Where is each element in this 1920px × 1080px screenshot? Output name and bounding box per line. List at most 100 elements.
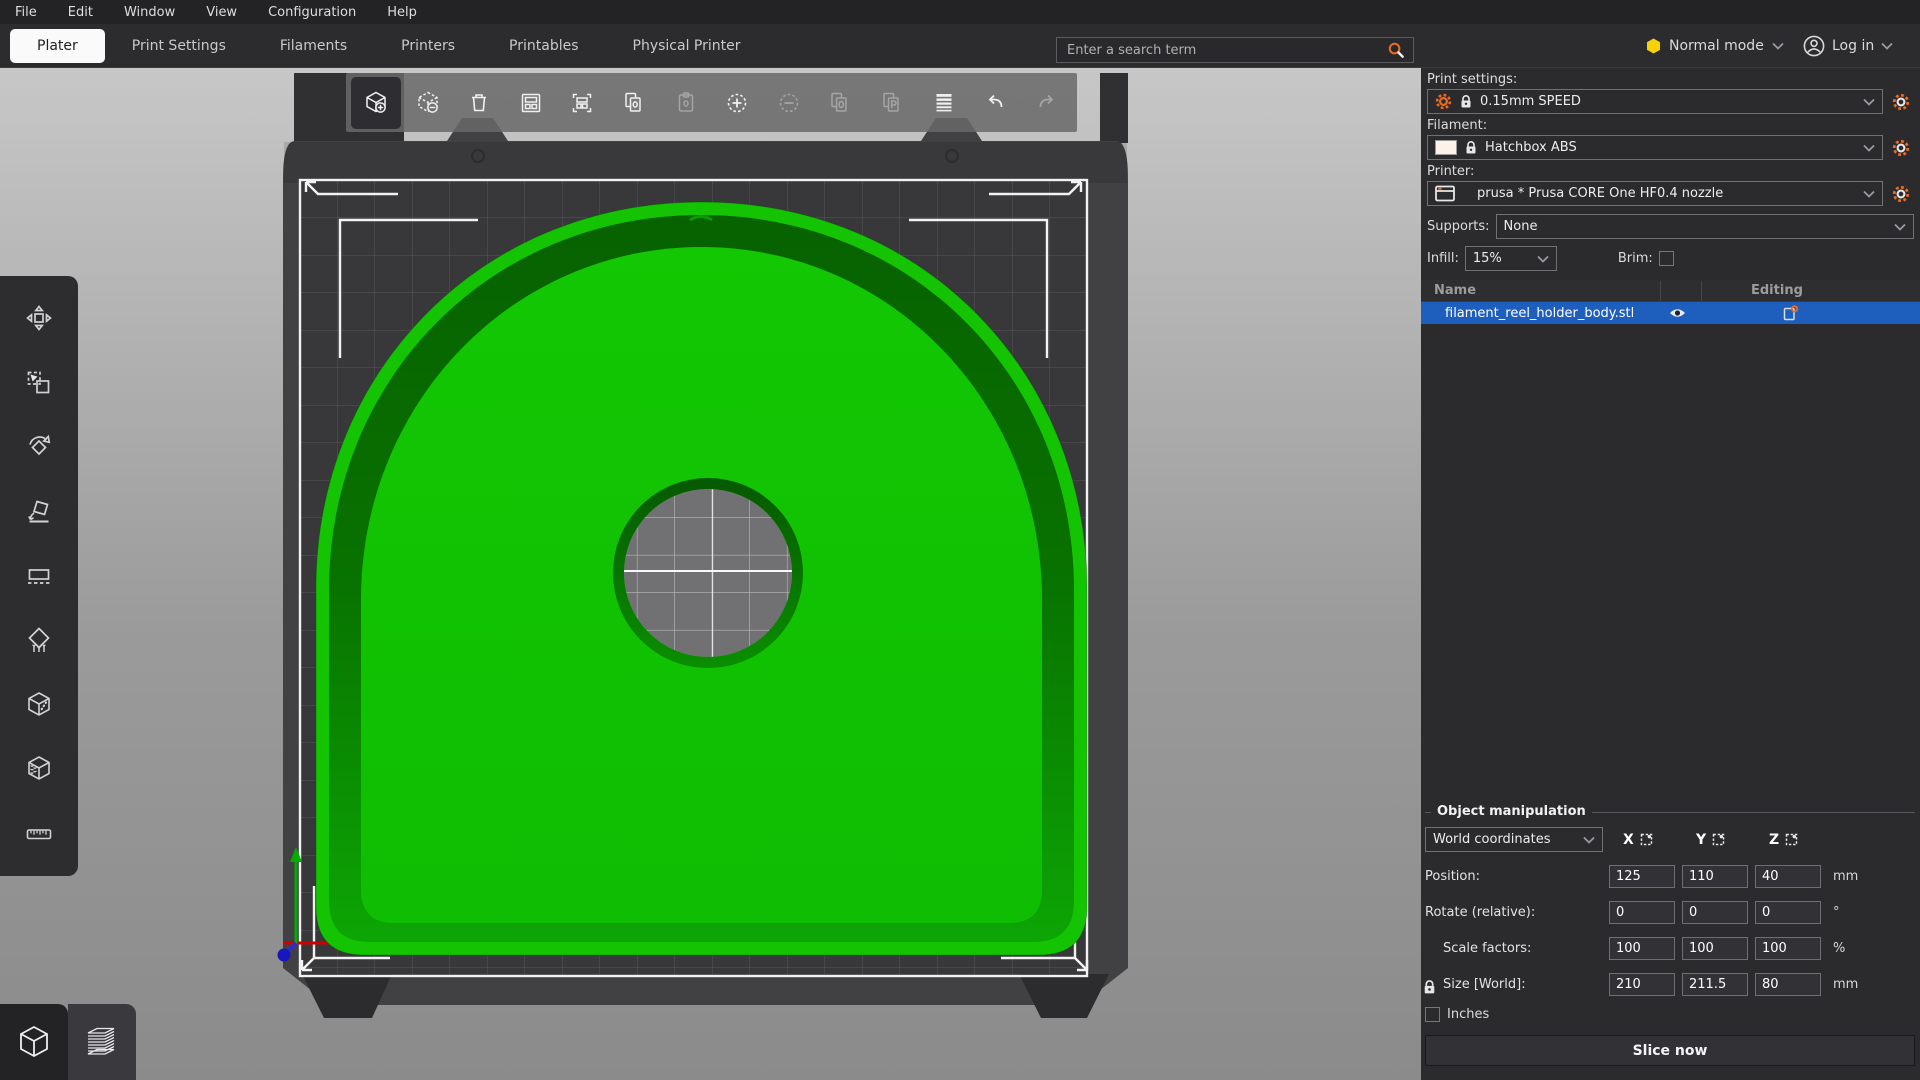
move-button[interactable] bbox=[11, 290, 67, 346]
rotate-unit: ° bbox=[1828, 905, 1915, 920]
menu-help[interactable]: Help bbox=[387, 5, 417, 20]
printer-gear-button[interactable] bbox=[1888, 181, 1914, 206]
login-button[interactable]: Log in bbox=[1803, 24, 1893, 68]
scale-y-input[interactable] bbox=[1682, 937, 1748, 960]
scale-z-input[interactable] bbox=[1755, 937, 1821, 960]
delete-all-button[interactable] bbox=[454, 77, 504, 129]
cut-icon bbox=[24, 561, 54, 591]
object-list-row[interactable]: filament_reel_holder_body.stl bbox=[1421, 302, 1920, 324]
arrange-button[interactable] bbox=[506, 77, 556, 129]
rotate-y-input[interactable] bbox=[1682, 901, 1748, 924]
printer-combo[interactable]: prusa * Prusa CORE One HF0.4 nozzle bbox=[1427, 181, 1883, 206]
paint-supports-button[interactable] bbox=[11, 612, 67, 668]
axis-z-icon[interactable] bbox=[1785, 833, 1798, 846]
paste-button[interactable] bbox=[661, 77, 711, 129]
rotate-label: Rotate (relative): bbox=[1425, 905, 1609, 920]
gizmo-toolbar bbox=[0, 276, 78, 876]
copy-button[interactable] bbox=[609, 77, 659, 129]
undo-icon bbox=[982, 90, 1008, 116]
position-unit: mm bbox=[1828, 869, 1915, 884]
fuzzy-skin-icon bbox=[24, 754, 54, 784]
place-on-face-button[interactable] bbox=[11, 484, 67, 540]
add-button[interactable] bbox=[351, 77, 401, 129]
variable-layer-height-button[interactable] bbox=[919, 77, 969, 129]
menu-view[interactable]: View bbox=[206, 5, 237, 20]
rotate-button[interactable] bbox=[11, 419, 67, 475]
axis-y-icon[interactable] bbox=[1712, 833, 1725, 846]
supports-combo[interactable]: None bbox=[1496, 214, 1914, 239]
printer-value: prusa * Prusa CORE One HF0.4 nozzle bbox=[1463, 186, 1855, 201]
model-filament-reel-holder[interactable] bbox=[316, 202, 1087, 955]
menu-file[interactable]: File bbox=[15, 5, 37, 20]
undo-button[interactable] bbox=[970, 77, 1020, 129]
scale-label: Scale factors: bbox=[1425, 941, 1609, 956]
rotate-x-input[interactable] bbox=[1609, 901, 1675, 924]
move-icon bbox=[24, 303, 54, 333]
filament-combo[interactable]: Hatchbox ABS bbox=[1427, 135, 1883, 160]
redo-button[interactable] bbox=[1022, 77, 1072, 129]
delete-button[interactable] bbox=[403, 77, 453, 129]
search-input[interactable] bbox=[1065, 42, 1387, 59]
filament-gear-button[interactable] bbox=[1888, 135, 1914, 160]
inches-label: Inches bbox=[1447, 1007, 1489, 1022]
coordinates-combo[interactable]: World coordinates bbox=[1425, 827, 1603, 852]
rotate-icon bbox=[24, 432, 54, 462]
position-label: Position: bbox=[1425, 869, 1609, 884]
size-z-input[interactable] bbox=[1755, 973, 1821, 996]
rotate-z-input[interactable] bbox=[1755, 901, 1821, 924]
add-instance-icon bbox=[724, 90, 750, 116]
3d-editor-view-button[interactable] bbox=[0, 1004, 68, 1080]
gear-icon bbox=[1892, 93, 1910, 111]
tab-physical-printer[interactable]: Physical Printer bbox=[606, 29, 768, 63]
size-label: Size [World]: bbox=[1425, 977, 1609, 992]
menu-edit[interactable]: Edit bbox=[68, 5, 93, 20]
seam-icon bbox=[24, 690, 54, 720]
split-to-objects-button[interactable] bbox=[815, 77, 865, 129]
supports-value: None bbox=[1504, 219, 1886, 234]
fuzzy-skin-button[interactable] bbox=[11, 741, 67, 797]
position-x-input[interactable] bbox=[1609, 865, 1675, 888]
chevron-down-icon bbox=[1772, 42, 1784, 50]
menu-configuration[interactable]: Configuration bbox=[268, 5, 356, 20]
print-settings-combo[interactable]: 0.15mm SPEED bbox=[1427, 89, 1883, 114]
size-x-input[interactable] bbox=[1609, 973, 1675, 996]
gear-icon bbox=[1892, 139, 1910, 157]
arrange-selection-button[interactable] bbox=[557, 77, 607, 129]
brim-checkbox[interactable] bbox=[1659, 251, 1674, 266]
sliced-preview-button[interactable] bbox=[68, 1004, 136, 1080]
infill-combo[interactable]: 15% bbox=[1465, 246, 1557, 271]
mode-selector[interactable]: Normal mode bbox=[1646, 24, 1784, 68]
3d-viewport[interactable] bbox=[0, 68, 1421, 1080]
editing-column-header: Editing bbox=[1751, 283, 1803, 298]
remove-instance-button[interactable] bbox=[764, 77, 814, 129]
slice-now-button[interactable]: Slice now bbox=[1425, 1035, 1915, 1066]
edit-object-icon[interactable] bbox=[1783, 305, 1798, 321]
remove-instance-icon bbox=[776, 90, 802, 116]
tab-printers[interactable]: Printers bbox=[374, 29, 482, 63]
position-y-input[interactable] bbox=[1682, 865, 1748, 888]
tab-print-settings[interactable]: Print Settings bbox=[105, 29, 253, 63]
scale-x-input[interactable] bbox=[1609, 937, 1675, 960]
inches-checkbox[interactable] bbox=[1425, 1007, 1440, 1022]
cut-button[interactable] bbox=[11, 548, 67, 604]
scale-button[interactable] bbox=[11, 355, 67, 411]
tab-filaments[interactable]: Filaments bbox=[253, 29, 374, 63]
uniform-scale-lock-icon[interactable] bbox=[1423, 979, 1436, 999]
add-icon bbox=[363, 90, 389, 116]
add-instance-button[interactable] bbox=[712, 77, 762, 129]
axis-x-icon[interactable] bbox=[1640, 833, 1653, 846]
visibility-eye-icon[interactable] bbox=[1669, 307, 1686, 319]
print-settings-value: 0.15mm SPEED bbox=[1480, 94, 1855, 109]
print-settings-gear-button[interactable] bbox=[1888, 89, 1914, 114]
tab-plater[interactable]: Plater bbox=[10, 29, 105, 63]
seam-button[interactable] bbox=[11, 677, 67, 733]
scale-unit: % bbox=[1828, 941, 1915, 956]
size-y-input[interactable] bbox=[1682, 973, 1748, 996]
position-z-input[interactable] bbox=[1755, 865, 1821, 888]
infill-label: Infill: bbox=[1427, 251, 1459, 266]
menu-window[interactable]: Window bbox=[124, 5, 175, 20]
split-to-parts-button[interactable] bbox=[867, 77, 917, 129]
tab-printables[interactable]: Printables bbox=[482, 29, 605, 63]
search-box[interactable] bbox=[1056, 37, 1414, 63]
measure-button[interactable] bbox=[11, 806, 67, 862]
